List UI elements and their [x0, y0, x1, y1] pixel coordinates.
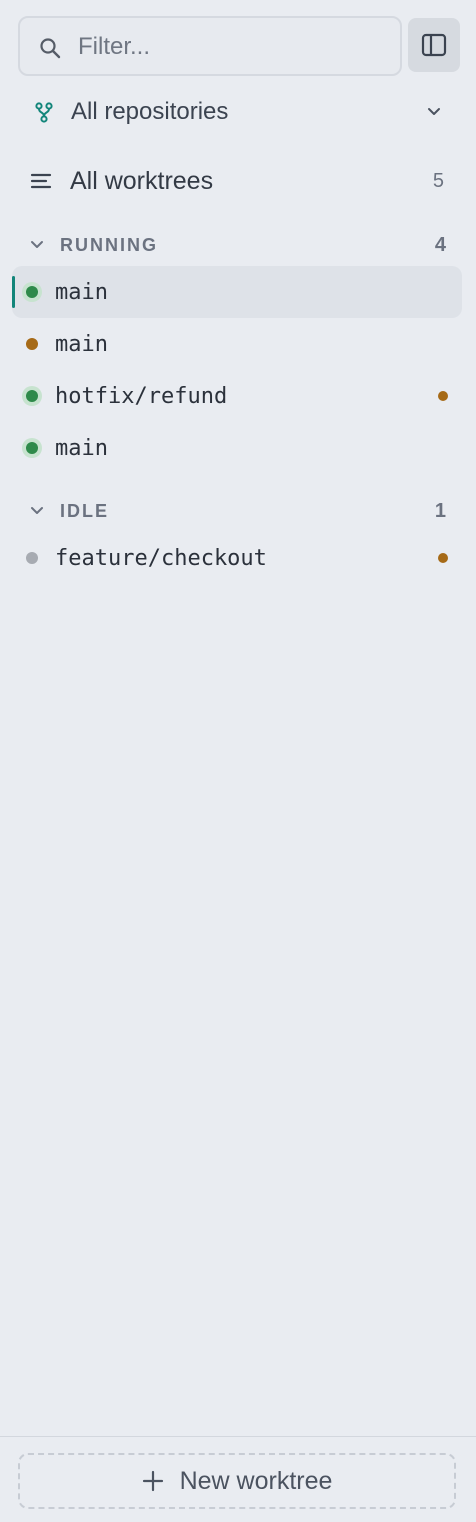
worktree-branch-name: feature/checkout: [55, 545, 267, 571]
chevron-down-icon: [31, 507, 43, 514]
unsaved-changes-icon: [438, 553, 448, 563]
new-worktree-label: New worktree: [179, 1466, 333, 1495]
list-lines-icon: [30, 173, 52, 189]
search-input[interactable]: [78, 30, 378, 64]
section-header-running[interactable]: RUNNING 4: [24, 230, 452, 260]
worktree-branch-name: main: [55, 331, 108, 357]
sidebar-footer: New worktree: [0, 1436, 476, 1522]
section-count: 1: [434, 499, 446, 522]
sidebar-toggle-icon: [421, 33, 447, 57]
all-worktrees-item[interactable]: All worktrees 5: [24, 158, 452, 204]
chevron-down-icon: [428, 108, 440, 115]
status-running-icon: [22, 438, 42, 458]
worktree-row[interactable]: main: [12, 422, 462, 474]
repository-selector[interactable]: All repositories: [24, 90, 452, 134]
section-header-idle[interactable]: IDLE 1: [24, 496, 452, 526]
worktree-branch-name: hotfix/refund: [55, 383, 228, 409]
status-running-icon: [22, 282, 42, 302]
status-idle-icon: [22, 548, 42, 568]
status-running-icon: [22, 386, 42, 406]
plus-icon: [142, 1470, 163, 1492]
chevron-down-icon: [31, 241, 43, 248]
repo-branch-icon: [35, 102, 53, 123]
active-indicator: [12, 276, 15, 308]
repository-selector-label: All repositories: [71, 98, 229, 125]
all-worktrees-count: 5: [432, 169, 444, 192]
worktree-branch-name: main: [55, 435, 108, 461]
status-pending-icon: [22, 334, 42, 354]
section-title: IDLE: [60, 500, 110, 521]
worktree-branch-name: main: [55, 279, 108, 305]
sidebar-toggle-button[interactable]: [408, 18, 460, 72]
unsaved-changes-icon: [438, 391, 448, 401]
worktree-row[interactable]: hotfix/refund: [12, 370, 462, 422]
search-icon: [40, 38, 61, 59]
new-worktree-button[interactable]: New worktree: [18, 1453, 456, 1509]
section-title: RUNNING: [60, 234, 158, 255]
all-worktrees-label: All worktrees: [70, 166, 214, 195]
search-box[interactable]: [18, 16, 402, 76]
worktree-row[interactable]: main: [12, 318, 462, 370]
worktree-row[interactable]: feature/checkout: [12, 532, 462, 584]
section-count: 4: [434, 233, 446, 256]
worktree-row[interactable]: main: [12, 266, 462, 318]
top-bar: [18, 16, 460, 76]
